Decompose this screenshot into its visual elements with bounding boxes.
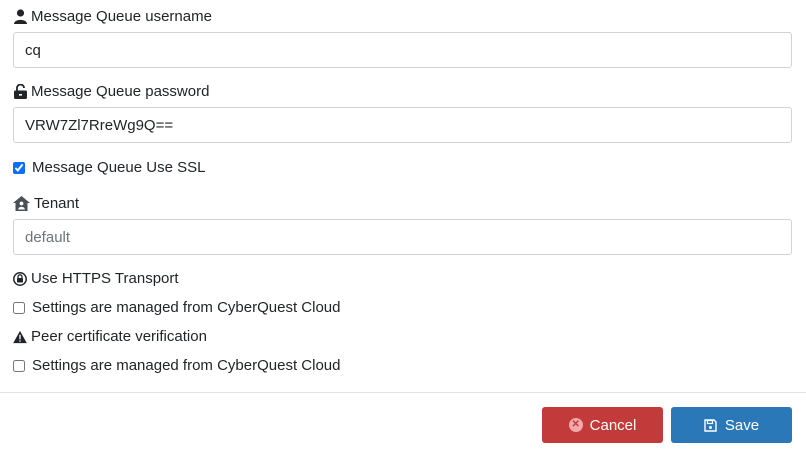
home-user-icon (13, 196, 30, 212)
close-circle-icon: ✕ (568, 418, 583, 432)
cancel-label: Cancel (589, 416, 637, 434)
username-label: Message Queue username (31, 8, 212, 25)
user-icon (13, 9, 27, 25)
username-label-row: Message Queue username (13, 8, 212, 25)
username-input[interactable] (13, 32, 792, 68)
peer-cloud-row: Settings are managed from CyberQuest Clo… (13, 357, 341, 374)
save-label: Save (724, 416, 760, 434)
peer-cert-label-row: Peer certificate verification (13, 328, 207, 345)
cancel-button[interactable]: ✕ Cancel (542, 407, 663, 443)
lock-open-icon (13, 84, 27, 100)
use-ssl-checkbox[interactable] (13, 161, 25, 174)
save-button[interactable]: Save (671, 407, 792, 443)
https-cloud-checkbox[interactable] (13, 301, 25, 314)
https-cloud-label[interactable]: Settings are managed from CyberQuest Clo… (32, 299, 341, 316)
password-input[interactable] (13, 107, 792, 143)
circle-lock-icon (13, 271, 27, 287)
use-ssl-label[interactable]: Message Queue Use SSL (32, 159, 205, 176)
peer-cloud-label[interactable]: Settings are managed from CyberQuest Clo… (32, 357, 341, 374)
peer-cloud-checkbox[interactable] (13, 359, 25, 372)
peer-cert-label: Peer certificate verification (31, 328, 207, 345)
footer-divider (0, 392, 806, 393)
tenant-input[interactable] (13, 219, 792, 255)
tenant-label-row: Tenant (13, 195, 79, 212)
tenant-label: Tenant (34, 195, 80, 212)
use-ssl-row: Message Queue Use SSL (13, 159, 205, 176)
password-label: Message Queue password (31, 83, 210, 100)
warning-icon (13, 329, 27, 345)
password-label-row: Message Queue password (13, 83, 209, 100)
https-label-row: Use HTTPS Transport (13, 270, 179, 287)
https-label: Use HTTPS Transport (31, 270, 179, 287)
floppy-disk-icon (704, 417, 718, 433)
https-cloud-row: Settings are managed from CyberQuest Clo… (13, 299, 341, 316)
